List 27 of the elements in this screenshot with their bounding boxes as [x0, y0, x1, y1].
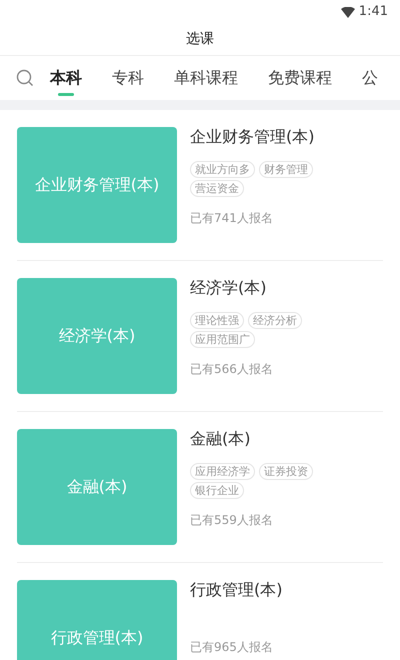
course-tag: 理论性强 — [190, 312, 244, 329]
course-tag: 银行企业 — [190, 482, 244, 499]
search-icon[interactable] — [16, 69, 34, 87]
course-tag: 经济分析 — [248, 312, 302, 329]
course-tag: 就业方向多 — [190, 161, 255, 178]
course-tag: 应用范围广 — [190, 331, 255, 348]
enrollment-count: 已有965人报名 — [190, 640, 274, 654]
course-tag: 应用经济学 — [190, 463, 255, 480]
wifi-icon — [340, 6, 355, 18]
active-tab-indicator — [58, 93, 74, 96]
enrollment-count: 已有559人报名 — [190, 513, 274, 527]
course-title[interactable]: 行政管理(本) — [190, 580, 340, 600]
course-title[interactable]: 金融(本) — [190, 429, 340, 449]
category-tab[interactable]: 免费课程 — [268, 56, 332, 100]
enrollment-count: 已有741人报名 — [190, 211, 274, 225]
course-tag: 营运资金 — [190, 180, 244, 197]
course-title[interactable]: 经济学(本) — [190, 278, 340, 298]
status-time: 1:41 — [358, 3, 388, 22]
course-title[interactable]: 企业财务管理(本) — [190, 127, 340, 147]
category-tab[interactable]: 公 — [362, 56, 378, 100]
category-tab[interactable]: 专科 — [112, 56, 144, 100]
enrollment-count: 已有566人报名 — [190, 362, 274, 376]
category-tab[interactable]: 单科课程 — [174, 56, 238, 100]
page-title: 选课 — [186, 30, 214, 49]
course-tag: 证券投资 — [259, 463, 313, 480]
category-tab[interactable]: 本科 — [50, 56, 82, 100]
course-tag: 财务管理 — [259, 161, 313, 178]
